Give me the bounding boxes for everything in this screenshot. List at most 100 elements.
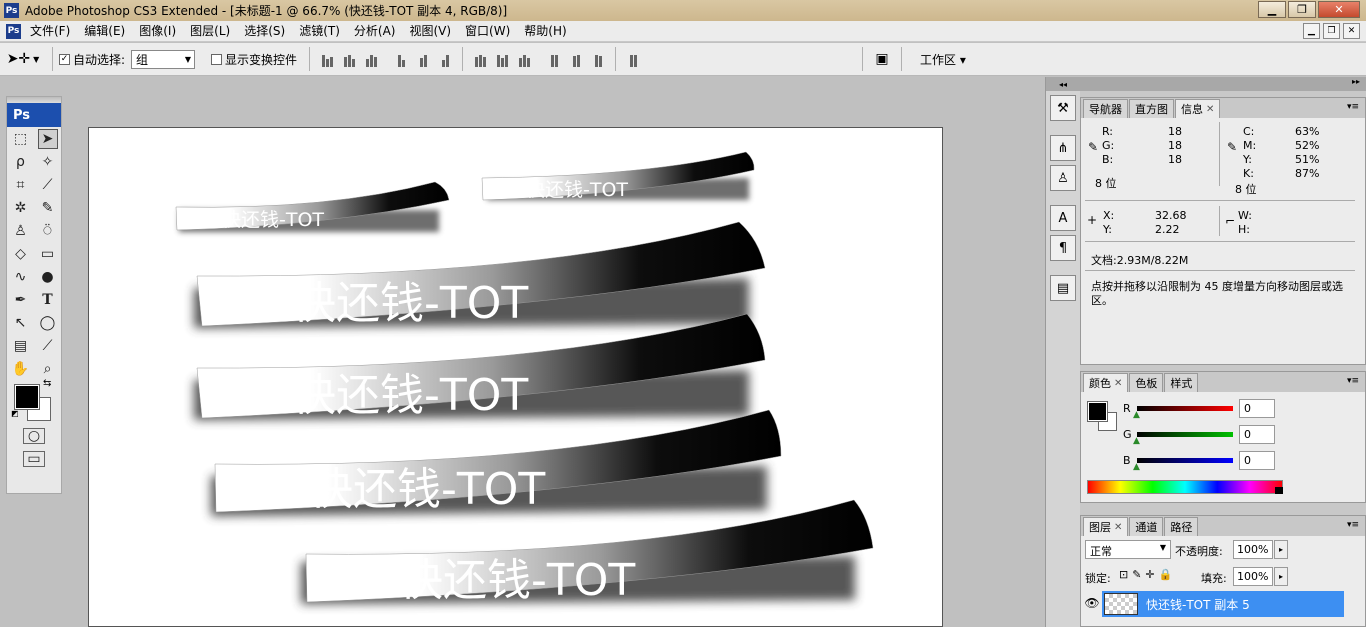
restore-button[interactable]: ❐ xyxy=(1288,1,1316,18)
auto-select-checkbox[interactable]: ✓ 自动选择: xyxy=(59,51,125,68)
stroke-small-1[interactable]: 快还钱-TOT xyxy=(175,181,450,232)
quick-mask-icon[interactable]: ○ xyxy=(23,427,45,444)
r-slider-track[interactable] xyxy=(1137,406,1233,411)
auto-align-layers-icon[interactable] xyxy=(624,51,642,67)
minimize-button[interactable]: ▁ xyxy=(1258,1,1286,18)
tab-styles[interactable]: 样式 xyxy=(1164,373,1199,392)
r-value-input[interactable]: 0 xyxy=(1239,399,1275,418)
close-icon[interactable]: ✕ xyxy=(1206,104,1214,115)
marquee-tool-icon[interactable]: ⬚ xyxy=(11,129,31,149)
slider-thumb-icon[interactable]: ▲ xyxy=(1133,436,1140,446)
eye-icon[interactable]: 👁 xyxy=(1083,592,1101,614)
panel-menu-icon[interactable]: ▾≡ xyxy=(1347,102,1359,112)
stroke-large-1[interactable]: 快还钱-TOT xyxy=(194,221,766,329)
workspace-menu[interactable]: 工作区 ▾ xyxy=(920,51,966,68)
tab-paths[interactable]: 路径 xyxy=(1164,517,1199,536)
dodge-tool-icon[interactable]: ● xyxy=(38,267,58,287)
color-spectrum-bar[interactable] xyxy=(1087,480,1283,494)
layer-comps-icon[interactable]: ▤ xyxy=(1050,275,1076,301)
auto-select-dropdown[interactable]: 组 ▼ xyxy=(131,49,196,69)
close-icon[interactable]: ✕ xyxy=(1114,522,1122,533)
stroke-large-3[interactable]: 快还钱-TOT xyxy=(211,409,782,516)
stroke-large-4[interactable]: 快还钱-TOT xyxy=(301,499,874,606)
doc-close-button[interactable]: ✕ xyxy=(1343,23,1360,39)
g-slider-track[interactable] xyxy=(1137,432,1233,437)
menu-select[interactable]: 选择(S) xyxy=(237,21,292,42)
tool-presets-icon[interactable]: ⚒ xyxy=(1050,95,1076,121)
align-vcenter-icon[interactable] xyxy=(340,51,358,67)
paragraph-icon[interactable]: ¶ xyxy=(1050,235,1076,261)
pen-tool-icon[interactable]: ✒ xyxy=(11,290,31,310)
gradient-tool-icon[interactable]: ▭ xyxy=(38,244,58,264)
menu-window[interactable]: 窗口(W) xyxy=(458,21,517,42)
align-top-icon[interactable] xyxy=(318,51,336,67)
fill-slider-button[interactable]: ▸ xyxy=(1274,567,1288,586)
fill-input[interactable]: 100% xyxy=(1233,567,1273,586)
panel-menu-icon[interactable]: ▾≡ xyxy=(1347,376,1359,386)
tab-navigator[interactable]: 导航器 xyxy=(1083,99,1128,118)
tab-histogram[interactable]: 直方图 xyxy=(1129,99,1174,118)
document-icon[interactable]: Ps xyxy=(6,23,21,39)
history-brush-tool-icon[interactable]: ⍥ xyxy=(38,221,58,241)
close-icon[interactable]: ✕ xyxy=(1114,378,1122,389)
screen-mode-icon[interactable]: ▭ xyxy=(23,450,45,467)
tab-layers[interactable]: 图层 ✕ xyxy=(1083,517,1129,536)
distribute-hcenter-icon[interactable] xyxy=(567,51,585,67)
toolbox-grip[interactable] xyxy=(7,97,61,103)
distribute-vcenter-icon[interactable] xyxy=(493,51,511,67)
distribute-left-icon[interactable] xyxy=(545,51,563,67)
b-value-input[interactable]: 0 xyxy=(1239,451,1275,470)
lock-options-icon[interactable]: ⊡✎✛🔒 xyxy=(1119,568,1176,581)
stroke-large-2[interactable]: 快还钱-TOT xyxy=(194,313,766,421)
menu-file[interactable]: 文件(F) xyxy=(23,21,77,42)
doc-minimize-button[interactable]: ▁ xyxy=(1303,23,1320,39)
notes-tool-icon[interactable]: ▤ xyxy=(11,336,31,356)
menu-layer[interactable]: 图层(L) xyxy=(183,21,237,42)
zoom-tool-icon[interactable]: ⌕ xyxy=(38,359,58,379)
menu-help[interactable]: 帮助(H) xyxy=(517,21,573,42)
eraser-tool-icon[interactable]: ◇ xyxy=(11,244,31,264)
path-selection-tool-icon[interactable]: ↖ xyxy=(11,313,31,333)
tab-color[interactable]: 颜色 ✕ xyxy=(1083,373,1129,392)
opacity-slider-button[interactable]: ▸ xyxy=(1274,540,1288,559)
distribute-bottom-icon[interactable] xyxy=(515,51,533,67)
brushes-icon[interactable]: ⋔ xyxy=(1050,135,1076,161)
slice-tool-icon[interactable]: ⟋ xyxy=(38,175,58,195)
menu-edit[interactable]: 编辑(E) xyxy=(77,21,132,42)
move-tool-preset[interactable]: ➤✛ ▼ xyxy=(0,51,46,67)
distribute-right-icon[interactable] xyxy=(589,51,607,67)
hand-tool-icon[interactable]: ✋ xyxy=(11,359,31,379)
slider-thumb-icon[interactable]: ▲ xyxy=(1133,410,1140,420)
b-slider-track[interactable] xyxy=(1137,458,1233,463)
show-transform-checkbox[interactable]: 显示变换控件 xyxy=(211,51,297,68)
document-canvas[interactable]: 快还钱-TOT 快还钱-TOT 快还钱-TOT 快还钱-TOT 快还钱-TOT xyxy=(88,127,943,627)
default-colors-icon[interactable]: ◩ xyxy=(11,409,19,418)
layer-row-selected[interactable]: 快还钱-TOT 副本 5 xyxy=(1102,591,1344,617)
close-button[interactable]: ✕ xyxy=(1318,1,1360,18)
clone-stamp-tool-icon[interactable]: ♙ xyxy=(11,221,31,241)
healing-brush-tool-icon[interactable]: ✲ xyxy=(11,198,31,218)
swap-colors-icon[interactable]: ⇆ xyxy=(43,378,51,389)
tab-swatches[interactable]: 色板 xyxy=(1129,373,1164,392)
slider-thumb-icon[interactable]: ▲ xyxy=(1133,462,1140,472)
expand-icon[interactable]: ▸▸ xyxy=(1352,77,1360,86)
ellipse-tool-icon[interactable]: ◯ xyxy=(38,313,58,333)
menu-image[interactable]: 图像(I) xyxy=(132,21,183,42)
stroke-small-2[interactable]: 快还钱-TOT xyxy=(481,151,755,201)
menu-filter[interactable]: 滤镜(T) xyxy=(292,21,347,42)
tab-channels[interactable]: 通道 xyxy=(1129,517,1164,536)
foreground-color-swatch[interactable] xyxy=(1087,401,1108,422)
brush-tool-icon[interactable]: ✎ xyxy=(38,198,58,218)
align-hcenter-icon[interactable] xyxy=(414,51,432,67)
blend-mode-dropdown[interactable]: 正常 ▼ xyxy=(1085,540,1171,559)
dock-collapse-icon[interactable]: ◂◂ xyxy=(1046,77,1080,91)
distribute-top-icon[interactable] xyxy=(471,51,489,67)
tab-info[interactable]: 信息 ✕ xyxy=(1175,99,1221,118)
eyedropper-tool-icon[interactable]: ⟋ xyxy=(38,336,58,356)
bridge-button[interactable]: ▣ xyxy=(869,49,895,69)
crop-tool-icon[interactable]: ⌗ xyxy=(11,175,31,195)
character-icon[interactable]: A xyxy=(1050,205,1076,231)
panel-menu-icon[interactable]: ▾≡ xyxy=(1347,520,1359,530)
align-left-icon[interactable] xyxy=(392,51,410,67)
menu-view[interactable]: 视图(V) xyxy=(402,21,458,42)
